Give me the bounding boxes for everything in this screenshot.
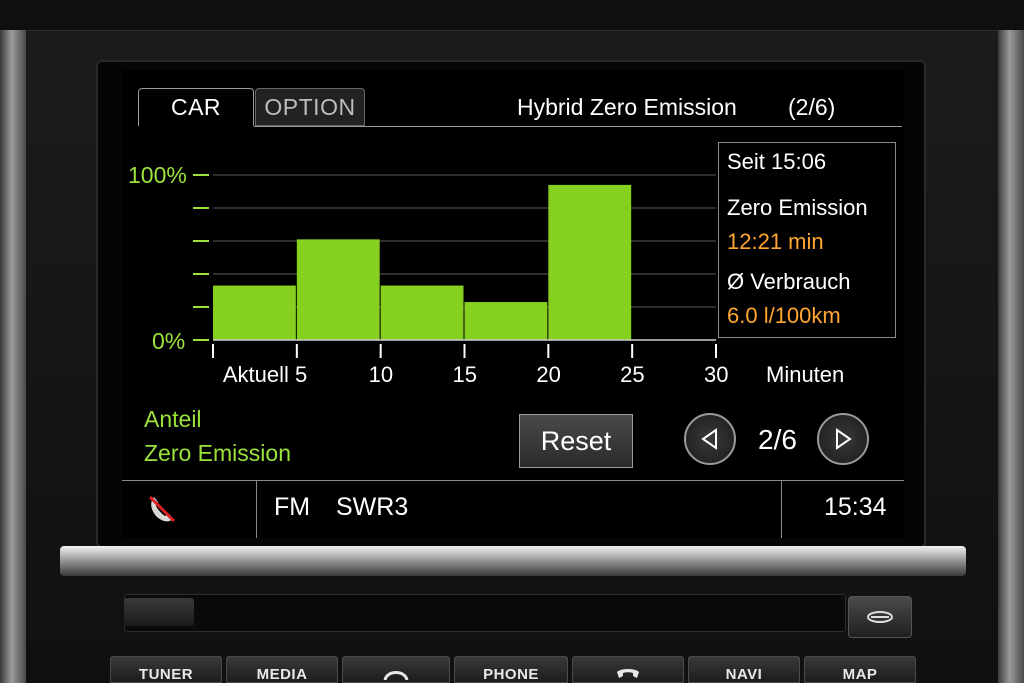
phone-crossed-icon [148, 495, 176, 523]
navi-button[interactable]: NAVI [688, 656, 800, 683]
status-bar: FM SWR3 15:34 [122, 480, 904, 538]
trip-info-panel: Seit 15:06 Zero Emission 12:21 min Ø Ver… [718, 142, 896, 338]
phone-button[interactable]: PHONE [454, 656, 568, 683]
display-screen: CAR OPTION Hybrid Zero Emission (2/6) 10… [122, 70, 904, 538]
y-tick-label-min: 0% [152, 328, 186, 354]
chrome-trim-left [0, 30, 26, 683]
tuner-button[interactable]: TUNER [110, 656, 222, 683]
phone-end-icon [617, 669, 639, 678]
x-tick-label: 10 [368, 362, 394, 387]
chart-bar [296, 239, 380, 340]
phone-accept-icon [383, 671, 409, 680]
x-tick-label: Aktuell 5 [222, 362, 308, 387]
next-page-button[interactable] [817, 413, 869, 465]
chrome-trim-right [998, 30, 1024, 683]
consumption-value: 6.0 l/100km [727, 303, 841, 328]
x-tick-label: 15 [452, 362, 477, 387]
eject-button[interactable] [848, 596, 912, 638]
x-axis-unit: Minuten [766, 362, 845, 387]
chart-bar [380, 285, 464, 340]
call-end-button[interactable] [572, 656, 684, 683]
consumption-label: Ø Verbrauch [727, 269, 851, 294]
clock: 15:34 [824, 493, 887, 521]
legend-line-2: Zero Emission [144, 440, 291, 466]
y-tick-label-max: 100% [128, 162, 187, 188]
chrome-bar [60, 546, 966, 576]
cd-slot [124, 594, 846, 632]
phone-status-button[interactable] [144, 491, 180, 527]
map-button[interactable]: MAP [804, 656, 916, 683]
chart-bar [548, 184, 632, 340]
triangle-right-icon [836, 428, 852, 450]
call-accept-button[interactable] [342, 656, 450, 683]
slot-cover [124, 598, 194, 626]
triangle-left-icon [701, 428, 717, 450]
legend-line-1: Anteil [144, 406, 202, 432]
radio-band[interactable]: FM [274, 493, 310, 522]
chart-bar [213, 285, 296, 340]
status-divider [781, 481, 782, 538]
reset-button[interactable]: Reset [519, 414, 633, 468]
media-button[interactable]: MEDIA [226, 656, 338, 683]
status-divider [256, 481, 257, 538]
dashboard-trim [0, 0, 1024, 31]
x-tick-label: 20 [536, 362, 561, 387]
x-tick-label: 30 [704, 362, 729, 387]
since-time: Seit 15:06 [727, 149, 827, 174]
eject-icon [867, 611, 893, 623]
page-count: 2/6 [758, 424, 797, 455]
prev-page-button[interactable] [684, 413, 736, 465]
zero-emission-value: 12:21 min [727, 229, 824, 254]
chart-bar [464, 302, 548, 340]
x-tick-label: 25 [620, 362, 645, 387]
radio-station[interactable]: SWR3 [336, 493, 408, 522]
zero-emission-label: Zero Emission [727, 195, 868, 220]
